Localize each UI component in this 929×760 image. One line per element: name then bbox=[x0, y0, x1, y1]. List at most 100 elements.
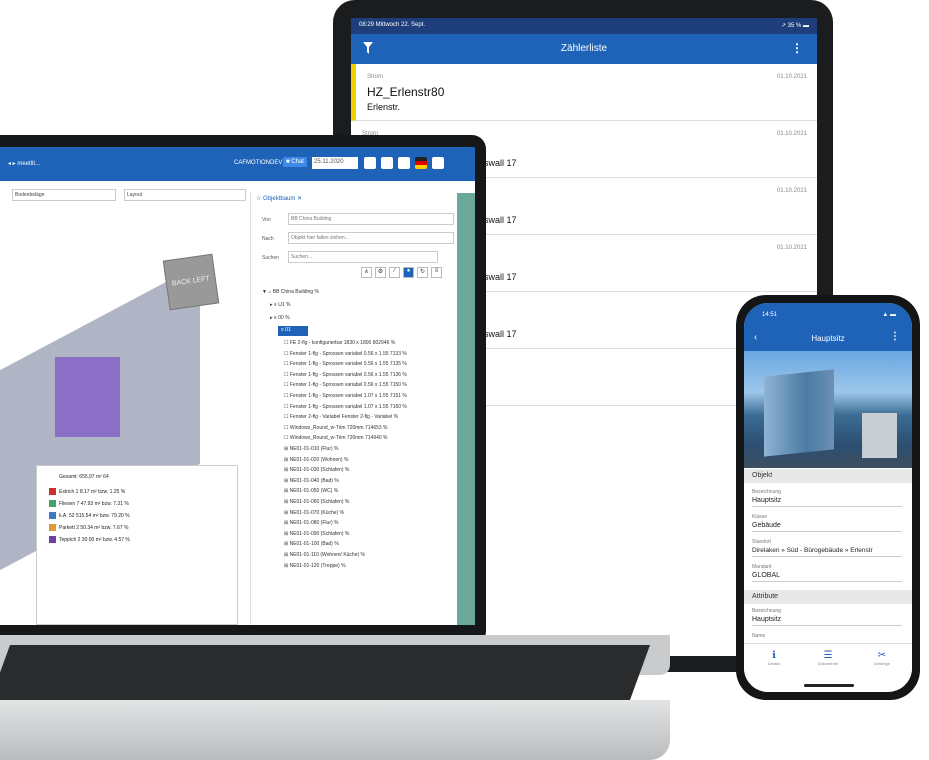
phone-time: 14:51 bbox=[762, 312, 778, 318]
legend-text: Parkett 2 50.34 m² bzw. 7.67 % bbox=[59, 524, 129, 531]
tab-anhaenge[interactable]: ✂ Anhänge bbox=[857, 650, 907, 666]
tree-root[interactable]: ▼ ⌂ BB China Building % bbox=[262, 289, 319, 295]
nach-field[interactable]: Objekt hier fallen ziehen... bbox=[288, 232, 454, 244]
logout-icon[interactable] bbox=[432, 157, 444, 169]
layout-select[interactable]: Layout bbox=[124, 189, 246, 201]
laptop-toolbar: ◂ ▸ meetlit... CAFMOTIONDEV ■ Chat 25.11… bbox=[0, 147, 475, 181]
field-label: Name bbox=[752, 633, 766, 639]
field-label: Bezeichnung bbox=[752, 608, 781, 614]
field-value: Hauptsitz bbox=[752, 497, 902, 507]
field-value: Gebäude bbox=[752, 522, 902, 532]
legend-item: Parkett 2 50.34 m² bzw. 7.67 % bbox=[49, 524, 225, 531]
tablet-title: Zählerliste bbox=[560, 43, 608, 54]
laptop-keyboard bbox=[0, 645, 651, 700]
von-field[interactable]: BB China Building bbox=[288, 213, 454, 225]
legend-item: Estrich 1 8.17 m² bzw. 1.25 % bbox=[49, 488, 225, 495]
list-icon[interactable] bbox=[381, 157, 393, 169]
tablet-status-time: 08:29 Mittwoch 22. Sept. bbox=[359, 22, 426, 28]
calendar-icon[interactable] bbox=[364, 157, 376, 169]
legend-total: Gesamt: 655,97 m² 64 bbox=[59, 474, 109, 480]
field-value: Hauptsitz bbox=[752, 616, 902, 626]
more-vert-icon[interactable]: ⋮ bbox=[890, 331, 900, 342]
meter-subtitle: swall 17 bbox=[484, 215, 517, 225]
floor-select[interactable]: Bodenbeläge bbox=[12, 189, 116, 201]
collapse-icon[interactable]: ∧ bbox=[361, 267, 372, 278]
tree-item[interactable]: ☐ Windows_Round_w-Trim 720mm 714653 % bbox=[284, 425, 388, 431]
tree-item[interactable]: ⊞ NE01-01-060 (Schlafen) % bbox=[284, 499, 349, 505]
field-label: Klasse bbox=[752, 514, 768, 520]
tree-item[interactable]: ⊞ NE01-01-120 (Treppe) % bbox=[284, 563, 346, 569]
tree-node[interactable]: ▸ ≡ U1 % bbox=[270, 302, 290, 308]
tree-item[interactable]: ☐ Fenster 1-flg - Sprossen variabel 1.07… bbox=[284, 404, 407, 410]
meter-subtitle: Erlenstr. bbox=[367, 102, 401, 112]
flag-de-icon[interactable] bbox=[415, 157, 427, 169]
building-shape bbox=[862, 413, 897, 458]
view-cube[interactable]: BACK LEFT bbox=[162, 253, 220, 311]
tree-item[interactable]: ☐ FE 2-flg - konfigurierbar 1830 x 1800 … bbox=[284, 340, 395, 346]
tree-item[interactable]: ☐ Fenster 2-flg - Variabel Fenster 2-flg… bbox=[284, 414, 398, 420]
legend-swatch bbox=[49, 512, 56, 519]
more-vert-icon[interactable]: ⋮ bbox=[791, 41, 803, 55]
phone-header: 14:51 ▲ ▬ ‹ Hauptsitz ⋮ bbox=[744, 303, 912, 351]
building-shape bbox=[764, 369, 834, 457]
tree-node[interactable]: ▸ ≡ 00 % bbox=[270, 315, 290, 321]
paperclip-icon: ✂ bbox=[877, 650, 887, 661]
info-icon: ℹ bbox=[772, 650, 776, 661]
von-label: Von bbox=[262, 217, 271, 223]
legend-swatch bbox=[49, 524, 56, 531]
tree-item[interactable]: ⊞ NE01-01-050 (WC) % bbox=[284, 488, 338, 494]
tree-item[interactable]: ☐ Fenster 1-flg - Sprossen variabel 1.07… bbox=[284, 393, 407, 399]
tree-item[interactable]: ⊞ NE01-01-040 (Bad) % bbox=[284, 478, 339, 484]
laptop-user: CAFMOTIONDEV bbox=[234, 160, 283, 166]
tree-item[interactable]: ⊞ NE01-01-070 (Küche) % bbox=[284, 510, 344, 516]
tree-item[interactable]: ☐ Fenster 1-flg - Sprossen variabel 0.56… bbox=[284, 382, 407, 388]
search-input[interactable]: Suchen... bbox=[288, 251, 438, 263]
legend-text: k.A. 52 515.54 m² bzw. 79.20 % bbox=[59, 512, 130, 519]
field-label: Bezeichnung bbox=[752, 489, 781, 495]
list-icon: ☰ bbox=[823, 650, 833, 661]
legend-text: Teppich 2 30.00 m² bzw. 4.57 % bbox=[59, 536, 130, 543]
visibility-icon[interactable]: ● bbox=[403, 267, 414, 278]
edit-icon[interactable]: ∕ bbox=[389, 267, 400, 278]
field-label: Standort bbox=[752, 539, 771, 545]
tab-dokumente[interactable]: ☰ Dokumente bbox=[803, 650, 853, 666]
chat-button[interactable]: ■ Chat bbox=[283, 157, 307, 167]
layers-icon[interactable] bbox=[398, 157, 410, 169]
side-panel bbox=[457, 193, 475, 625]
meter-title: HZ_Erlenstr80 bbox=[367, 85, 445, 99]
laptop-menu[interactable]: ◂ ▸ meetlit... bbox=[8, 160, 40, 167]
menu-icon[interactable]: ≡ bbox=[431, 267, 442, 278]
tablet-status-bar: 08:29 Mittwoch 22. Sept. ↗ 35 % ▬ bbox=[351, 18, 817, 34]
tab-details[interactable]: ℹ Details bbox=[749, 650, 799, 666]
legend-text: Estrich 1 8.17 m² bzw. 1.25 % bbox=[59, 488, 126, 495]
meter-date: 01.10.2021 bbox=[776, 74, 807, 80]
meter-subtitle: swall 17 bbox=[484, 329, 517, 339]
tree-item[interactable]: ⊞ NE01-01-090 (Schlafen) % bbox=[284, 531, 349, 537]
nach-label: Nach bbox=[262, 236, 274, 242]
tree-item[interactable]: ⊞ NE01-01-110 (Wohnen/ Küche) % bbox=[284, 552, 365, 558]
tablet-header: Zählerliste ⋮ bbox=[351, 34, 817, 64]
list-item[interactable]: Strom 01.10.2021 HZ_Erlenstr80 Erlenstr. bbox=[351, 64, 817, 121]
pin-icon[interactable]: ⚙ bbox=[375, 267, 386, 278]
tab-objektbaum[interactable]: ☆ Objektbaum ✕ bbox=[256, 195, 302, 202]
tree-item[interactable]: ☐ Fenster 1-flg - Sprossen variabel 0.56… bbox=[284, 361, 407, 367]
section-objekt: Objekt bbox=[744, 469, 912, 483]
phone-status-right: ▲ ▬ bbox=[882, 312, 896, 318]
date-field[interactable]: 25.11.2020 bbox=[312, 157, 358, 169]
tree-item[interactable]: ⊞ NE01-01-020 (Wohnen) % bbox=[284, 457, 348, 463]
room-highlight bbox=[55, 357, 120, 437]
meter-subtitle: swall 17 bbox=[484, 272, 517, 282]
tree-item[interactable]: ☐ Windows_Round_w-Trim 720mm 714940 % bbox=[284, 435, 388, 441]
tree-item[interactable]: ☐ Fenster 1-flg - Sprossen variabel 0.56… bbox=[284, 351, 407, 357]
refresh-icon[interactable]: ↻ bbox=[417, 267, 428, 278]
tree-node-selected[interactable]: ≡ 01 bbox=[278, 326, 308, 336]
tree-item[interactable]: ⊞ NE01-01-080 (Flur) % bbox=[284, 520, 339, 526]
field-value: Direlaken » Süd - Bürogebäude » Erlenstr bbox=[752, 547, 902, 557]
tree-item[interactable]: ☐ Fenster 1-flg - Sprossen variabel 0.56… bbox=[284, 372, 407, 378]
meter-date: 01.10.2021 bbox=[776, 131, 807, 137]
tab-label: Anhänge bbox=[873, 661, 890, 666]
tree-item[interactable]: ⊞ NE01-01-100 (Bad) % bbox=[284, 541, 339, 547]
legend-item: Fliesen 7 47.93 m² bzw. 7.31 % bbox=[49, 500, 225, 507]
tree-item[interactable]: ⊞ NE01-01-010 (Flur) % bbox=[284, 446, 339, 452]
tree-item[interactable]: ⊞ NE01-01-030 (Schlafen) % bbox=[284, 467, 349, 473]
